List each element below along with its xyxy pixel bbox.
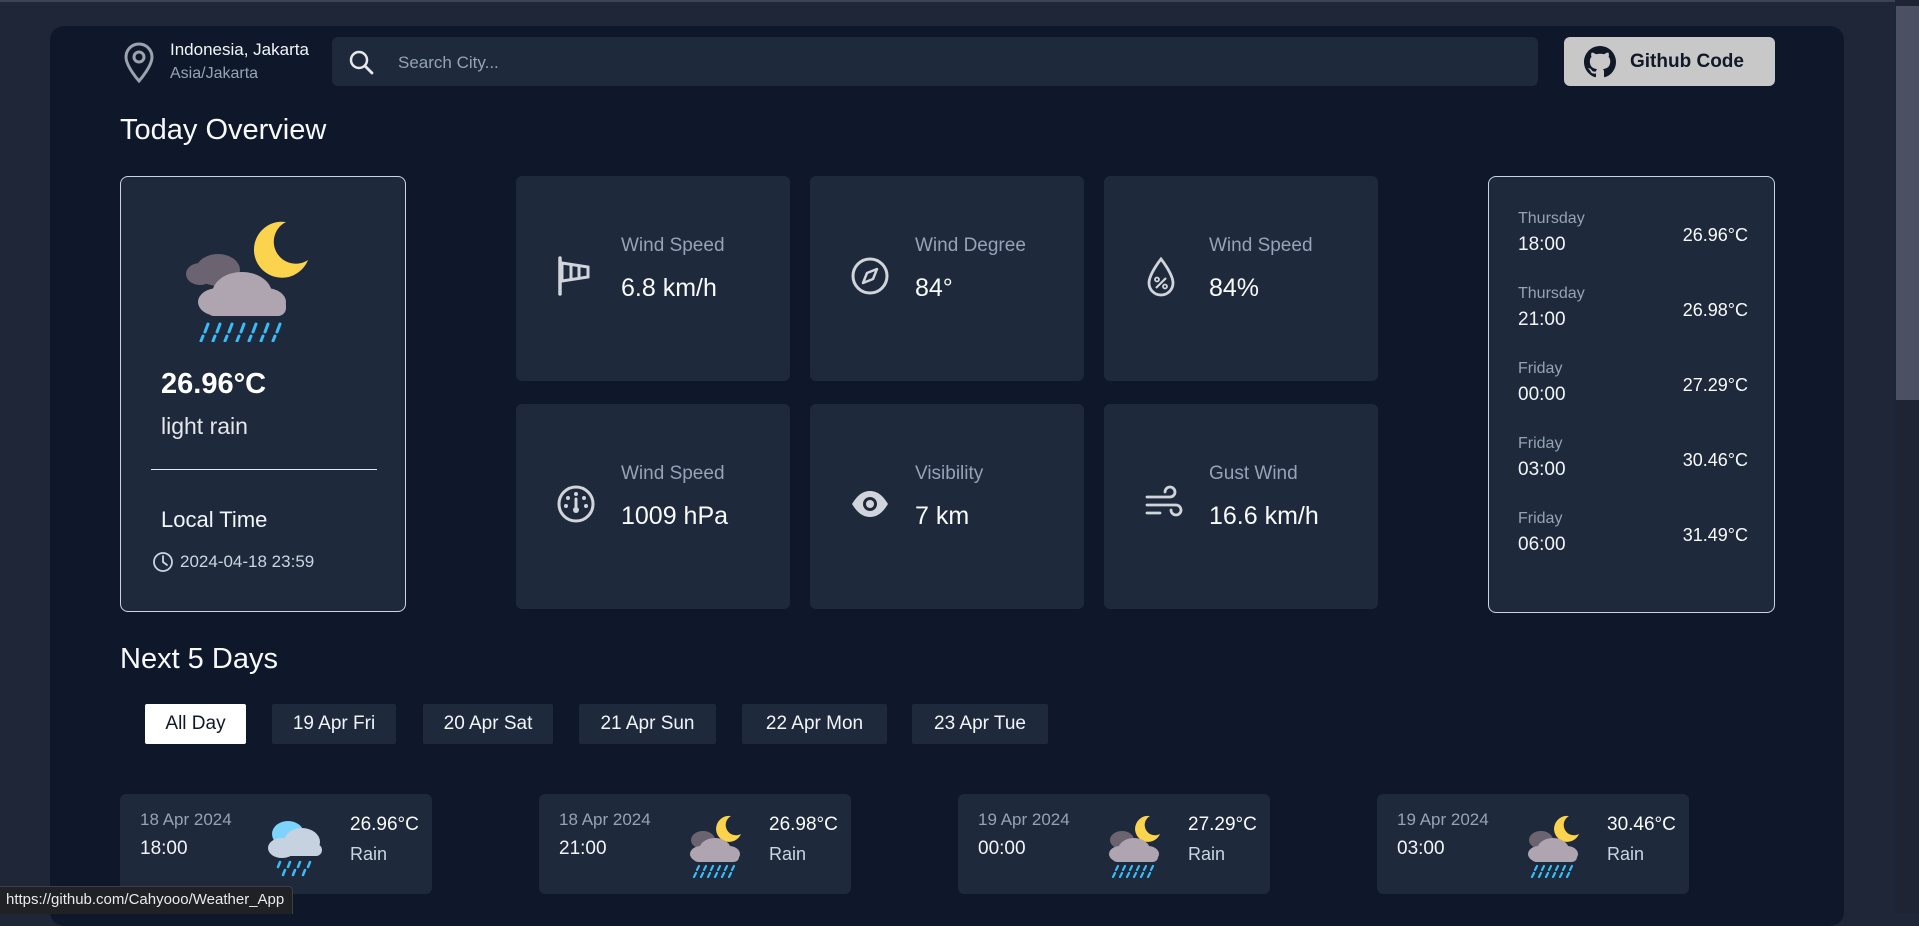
hourly-temperature: 26.96°C [1682,225,1748,245]
hourly-forecast-card: Thursday 18:00 26.96°C Thursday 21:00 26… [1488,176,1775,613]
stat-label: Gust Wind [1209,463,1298,484]
forecast-condition: Rain [350,844,388,864]
stat-value: 6.8 km/h [621,274,717,302]
humidity-drop-icon [1147,256,1175,297]
hourly-day: Thursday [1518,210,1585,227]
forecast-card: 18 Apr 2024 21:00 26.98°C Rain [539,794,851,894]
location-pin-icon [124,42,154,84]
stat-card-wind-degree: Wind Degree 84° [810,176,1084,381]
location-timezone: Asia/Jakarta [170,65,259,82]
hourly-row: Friday 00:00 27.29°C [1518,360,1748,416]
clock-icon [153,552,173,572]
location-city: Indonesia, Jakarta [170,40,309,59]
local-time-label: Local Time [161,507,268,532]
forecast-time: 21:00 [559,838,607,859]
hourly-row: Thursday 18:00 26.96°C [1518,210,1748,266]
hourly-temperature: 26.98°C [1682,300,1748,320]
tab-23-apr[interactable]: 23 Apr Tue [912,704,1048,744]
stat-card-wind-speed: Wind Speed 6.8 km/h [516,176,790,381]
hourly-time: 03:00 [1518,459,1566,480]
scrollbar-thumb[interactable] [1896,6,1919,400]
forecast-card: 18 Apr 2024 18:00 26.96°C Rain [120,794,432,894]
next-5-days-heading: Next 5 Days [120,643,278,675]
forecast-date: 18 Apr 2024 [140,810,232,829]
stat-value: 1009 hPa [621,502,729,530]
forecast-date: 19 Apr 2024 [1397,810,1489,829]
today-overview-heading: Today Overview [120,114,327,146]
search-input[interactable] [396,37,1520,88]
github-icon [1584,45,1616,77]
forecast-card: 19 Apr 2024 00:00 27.29°C Rain [958,794,1270,894]
cloud-rain-icon [268,821,322,877]
stat-value: 84% [1209,274,1260,302]
night-cloud-rain-icon [1109,815,1160,878]
stat-card-visibility: Visibility 7 km [810,404,1084,609]
forecast-time: 00:00 [978,838,1026,859]
forecast-time: 18:00 [140,838,188,859]
local-time-value: 2024-04-18 23:59 [180,552,315,571]
stat-label: Wind Degree [915,235,1026,256]
stat-card-gust-wind: Gust Wind 16.6 km/h [1104,404,1378,609]
stat-value: 7 km [915,502,970,530]
forecast-date: 18 Apr 2024 [559,810,651,829]
night-cloud-rain-icon [690,815,741,878]
hourly-row: Friday 06:00 31.49°C [1518,510,1748,566]
forecast-condition: Rain [1607,844,1645,864]
window-top-border [0,0,1919,2]
hourly-temperature: 30.46°C [1682,450,1748,470]
forecast-time: 03:00 [1397,838,1445,859]
hourly-time: 00:00 [1518,384,1566,405]
hourly-day: Friday [1518,510,1563,527]
stat-card-humidity: Wind Speed 84% [1104,176,1378,381]
forecast-card: 19 Apr 2024 03:00 30.46°C Rain [1377,794,1689,894]
current-temperature: 26.96°C [161,368,267,400]
stat-label: Visibility [915,463,984,484]
weather-description: light rain [161,413,248,439]
hourly-day: Friday [1518,435,1563,452]
stat-label: Wind Speed [621,463,725,484]
forecast-temperature: 27.29°C [1188,814,1257,835]
hourly-time: 21:00 [1518,309,1566,330]
eye-icon [852,491,888,517]
compass-icon [851,257,889,295]
tab-21-apr[interactable]: 21 Apr Sun [579,704,716,744]
tab-22-apr[interactable]: 22 Apr Mon [742,704,887,744]
forecast-condition: Rain [1188,844,1226,864]
night-cloud-rain-icon [1528,815,1579,878]
hourly-day: Thursday [1518,285,1585,302]
github-button-label: Github Code [1630,50,1744,72]
stat-label: Wind Speed [1209,235,1313,256]
forecast-date: 19 Apr 2024 [978,810,1070,829]
hourly-day: Friday [1518,360,1563,377]
wind-icon [1145,485,1183,517]
night-cloud-rain-icon [186,221,308,342]
search-icon [349,50,374,75]
location-display: Indonesia, Jakarta Asia/Jakarta [123,38,323,88]
status-bar-url: https://github.com/Cahyooo/Weather_App [0,886,294,914]
tab-all-day[interactable]: All Day [145,704,246,744]
forecast-temperature: 26.96°C [350,814,419,835]
windsock-icon [558,256,590,296]
forecast-condition: Rain [769,844,807,864]
stat-value: 16.6 km/h [1209,502,1319,530]
forecast-temperature: 26.98°C [769,814,838,835]
hourly-temperature: 27.29°C [1682,375,1748,395]
hourly-row: Thursday 21:00 26.98°C [1518,285,1748,341]
today-card: 26.96°C light rain Local Time 2024-04-18… [120,176,406,612]
search-bar [332,37,1538,88]
forecast-temperature: 30.46°C [1607,814,1676,835]
hourly-row: Friday 03:00 30.46°C [1518,435,1748,491]
hourly-temperature: 31.49°C [1682,525,1748,545]
tab-20-apr[interactable]: 20 Apr Sat [423,704,553,744]
github-code-button[interactable]: Github Code [1564,37,1775,86]
divider [151,469,377,470]
stat-value: 84° [915,274,953,302]
stat-card-pressure: Wind Speed 1009 hPa [516,404,790,609]
hourly-time: 06:00 [1518,534,1566,555]
stat-label: Wind Speed [621,235,725,256]
hourly-time: 18:00 [1518,234,1566,255]
tab-19-apr[interactable]: 19 Apr Fri [272,704,396,744]
pressure-gauge-icon [557,485,595,523]
